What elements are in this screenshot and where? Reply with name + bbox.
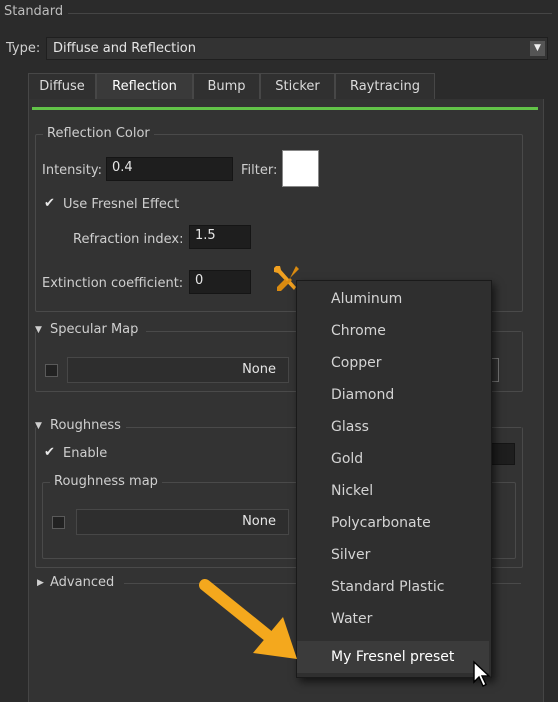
annotation-arrow-icon xyxy=(195,575,305,670)
tab-diffuse[interactable]: Diffuse xyxy=(28,73,96,99)
tab-reflection[interactable]: Reflection xyxy=(96,73,193,99)
menu-item-silver[interactable]: Silver xyxy=(297,539,489,571)
tab-sticker[interactable]: Sticker xyxy=(260,73,335,99)
panel-title-rule xyxy=(68,13,552,14)
menu-item-water[interactable]: Water xyxy=(297,603,489,635)
menu-item-chrome[interactable]: Chrome xyxy=(297,315,489,347)
tab-bump[interactable]: Bump xyxy=(193,73,260,99)
tab-raytracing[interactable]: Raytracing xyxy=(335,73,435,99)
menu-item-nickel[interactable]: Nickel xyxy=(297,475,489,507)
roughness-map-legend: Roughness map xyxy=(50,474,162,489)
menu-item-glass[interactable]: Glass xyxy=(297,411,489,443)
mouse-cursor-icon xyxy=(472,660,492,688)
menu-item-diamond[interactable]: Diamond xyxy=(297,379,489,411)
accent-line xyxy=(32,107,538,110)
roughness-map-selector[interactable]: None xyxy=(76,509,289,535)
panel-title: Standard xyxy=(4,4,64,19)
roughness-enable-label: Enable xyxy=(63,446,108,461)
fresnel-checkbox[interactable]: ✔ xyxy=(44,197,56,210)
specular-map-checkbox[interactable] xyxy=(45,364,58,377)
menu-item-my-fresnel-preset[interactable]: My Fresnel preset xyxy=(297,641,489,673)
roughness-value-field[interactable] xyxy=(490,443,515,465)
intensity-label: Intensity: xyxy=(42,163,103,178)
roughness-enable-checkbox[interactable]: ✔ xyxy=(44,446,56,459)
menu-item-gold[interactable]: Gold xyxy=(297,443,489,475)
type-dropdown-value: Diffuse and Reflection xyxy=(53,41,196,56)
menu-item-aluminum[interactable]: Aluminum xyxy=(297,283,489,315)
refraction-index-field[interactable]: 1.5 xyxy=(189,225,251,249)
filter-label: Filter: xyxy=(241,163,278,178)
extinction-coefficient-label: Extinction coefficient: xyxy=(42,276,184,291)
chevron-down-icon: ▼ xyxy=(530,41,545,56)
advanced-expand-icon[interactable]: ▶ xyxy=(37,578,44,588)
intensity-field[interactable]: 0.4 xyxy=(106,157,233,181)
menu-item-polycarbonate[interactable]: Polycarbonate xyxy=(297,507,489,539)
specular-map-side-icon[interactable] xyxy=(492,358,499,382)
filter-color-swatch[interactable] xyxy=(282,150,319,187)
roughness-map-checkbox[interactable] xyxy=(52,516,65,529)
advanced-legend: Advanced xyxy=(50,575,115,590)
reflection-color-legend: Reflection Color xyxy=(43,126,154,141)
specular-map-selector[interactable]: None xyxy=(67,357,289,383)
fresnel-label: Use Fresnel Effect xyxy=(63,197,180,212)
menu-item-standard-plastic[interactable]: Standard Plastic xyxy=(297,571,489,603)
fresnel-preset-menu: Aluminum Chrome Copper Diamond Glass Gol… xyxy=(296,280,492,678)
refraction-index-label: Refraction index: xyxy=(73,232,184,247)
type-label: Type: xyxy=(6,41,41,56)
menu-item-copper[interactable]: Copper xyxy=(297,347,489,379)
extinction-coefficient-field[interactable]: 0 xyxy=(189,270,251,294)
type-dropdown[interactable]: Diffuse and Reflection ▼ xyxy=(46,37,548,60)
